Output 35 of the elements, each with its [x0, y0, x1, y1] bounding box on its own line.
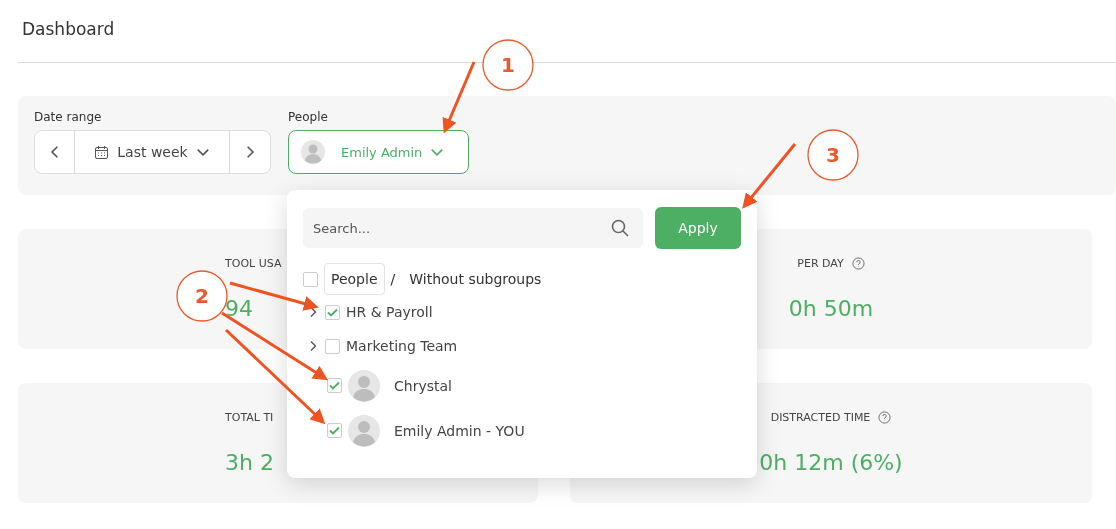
arrow [742, 143, 797, 209]
group-name[interactable]: HR & Payroll [346, 304, 433, 320]
checkbox[interactable] [325, 338, 340, 354]
page-title: Dashboard [22, 19, 115, 39]
checkbox[interactable] [327, 378, 342, 393]
stat-label: PER DAY [797, 256, 844, 271]
avatar-icon [348, 414, 380, 447]
search-icon [611, 219, 629, 237]
checkbox[interactable] [325, 304, 340, 320]
help-icon[interactable] [851, 257, 865, 270]
person-name[interactable]: Emily Admin - YOU [394, 422, 525, 439]
callout-badge: 1 [482, 39, 534, 91]
stat-value: 0h 12m (6%) [759, 451, 903, 475]
field-label: Date range [34, 110, 103, 124]
checkbox[interactable] [303, 271, 318, 287]
stat-value: 3h 2 [225, 451, 274, 475]
separator: / [390, 271, 396, 287]
mode-label[interactable]: Without subgroups [409, 271, 542, 287]
stat-value: 0h 50m [788, 297, 874, 321]
help-icon[interactable] [878, 411, 892, 424]
group-name[interactable]: Marketing Team [346, 338, 458, 354]
calendar-icon [94, 144, 110, 160]
stat-label: DISTRACTED TIME [770, 410, 871, 425]
group-chip[interactable]: People [324, 263, 385, 295]
checkbox[interactable] [327, 423, 342, 438]
stat-label: TOTAL TI [225, 410, 274, 425]
search-field[interactable]: Search... [303, 208, 643, 248]
callout-badge: 3 [807, 129, 859, 181]
avatar-icon [301, 140, 325, 164]
stat-value: 94 [225, 297, 253, 321]
person-name[interactable]: Chrystal [394, 377, 452, 394]
date-range-dropdown[interactable]: Last week [75, 131, 230, 173]
avatar-icon [348, 369, 380, 402]
stat-label: TOOL USA [225, 256, 282, 271]
field-label: People [288, 110, 329, 124]
